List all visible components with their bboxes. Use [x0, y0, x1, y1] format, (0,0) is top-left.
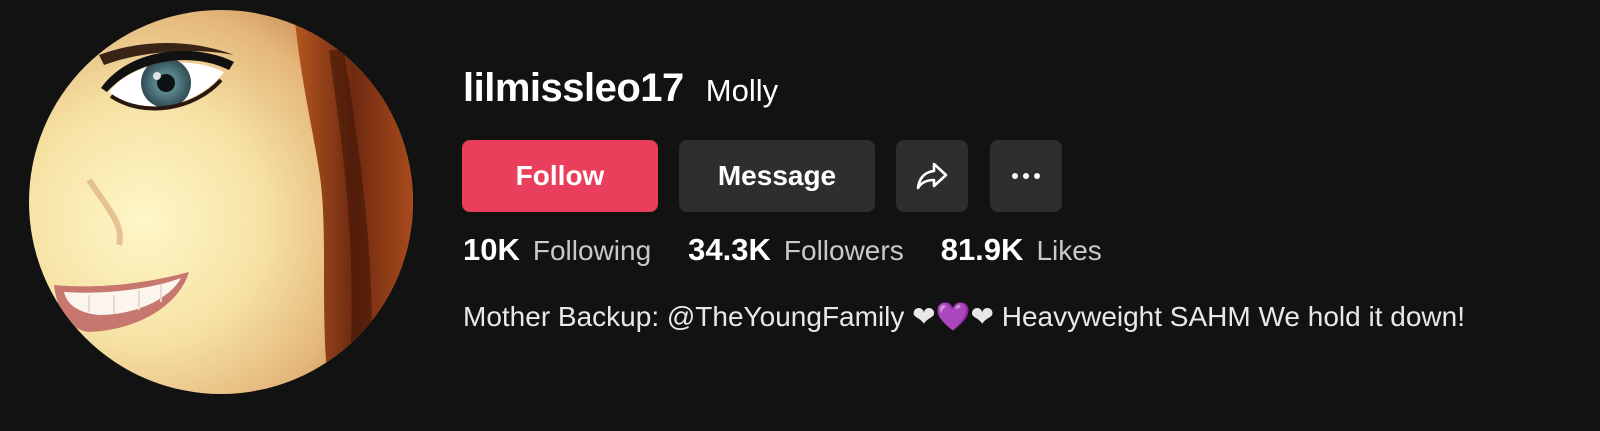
username: lilmissleo17: [463, 66, 684, 110]
follow-button[interactable]: Follow: [462, 140, 658, 212]
profile-stats: 10K Following 34.3K Followers 81.9K Like…: [463, 232, 1139, 280]
more-options-button[interactable]: [990, 140, 1062, 212]
likes-stat: 81.9K Likes: [941, 232, 1102, 268]
profile-bio: Mother Backup: @TheYoungFamily ❤💜❤ Heavy…: [463, 301, 1465, 332]
follow-button-label: Follow: [515, 160, 605, 191]
likes-label: Likes: [1036, 235, 1102, 266]
nickname: Molly: [705, 73, 779, 108]
share-button[interactable]: [896, 140, 968, 212]
more-horizontal-icon: [1012, 173, 1040, 179]
avatar-photo: [29, 10, 413, 394]
followers-label: Followers: [783, 235, 904, 266]
likes-count: 81.9K: [940, 232, 1024, 267]
message-button[interactable]: Message: [679, 140, 875, 212]
profile-avatar[interactable]: [29, 10, 413, 394]
following-label: Following: [532, 235, 652, 266]
following-stat[interactable]: 10K Following: [463, 232, 651, 268]
followers-stat[interactable]: 34.3K Followers: [688, 232, 904, 268]
followers-count: 34.3K: [688, 232, 771, 267]
following-count: 10K: [463, 232, 520, 267]
message-button-label: Message: [717, 160, 837, 191]
share-arrow-icon: [916, 162, 948, 190]
profile-header: lilmissleo17 Molly: [463, 66, 778, 122]
